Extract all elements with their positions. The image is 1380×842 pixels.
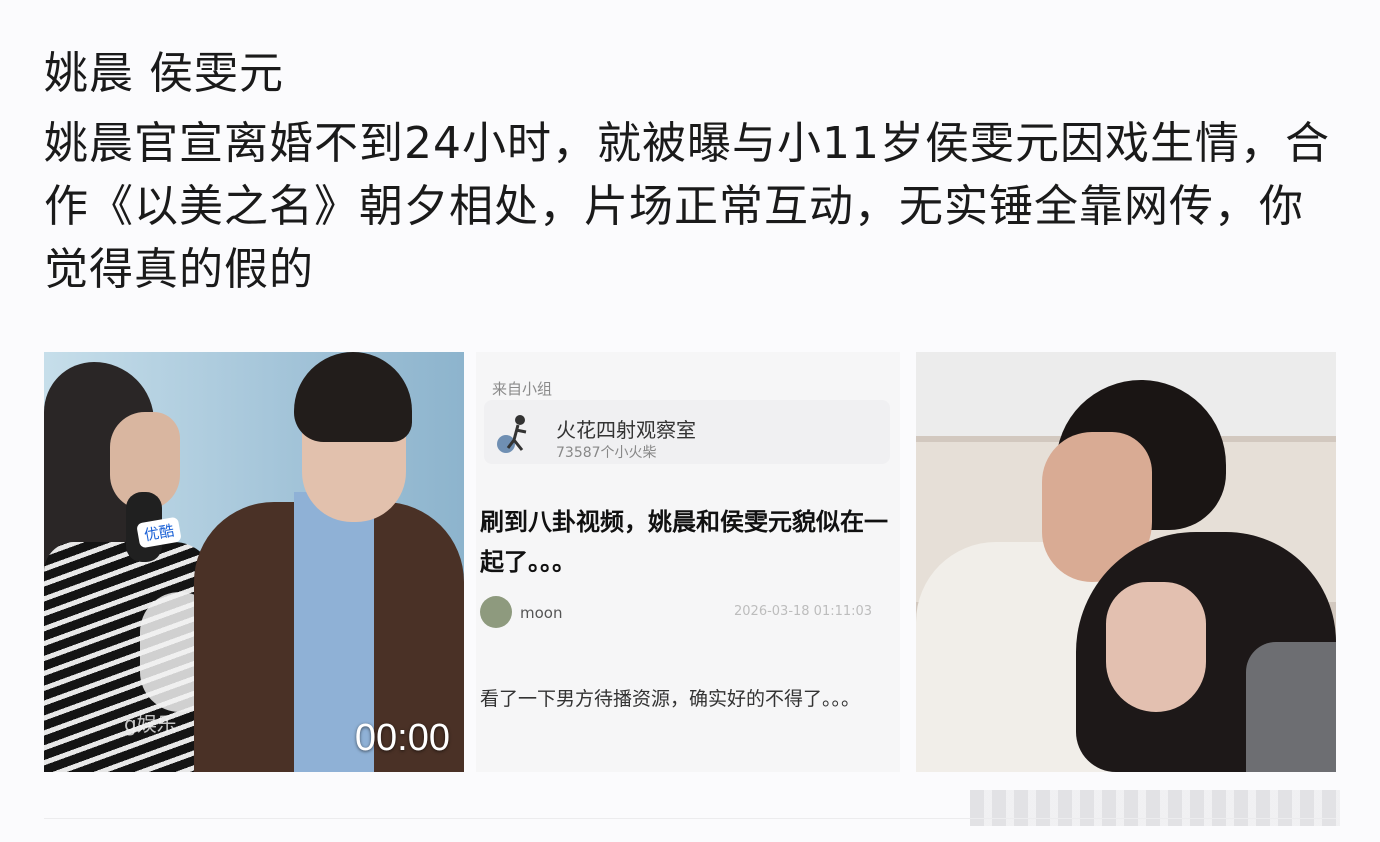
woman-top bbox=[1246, 642, 1336, 772]
drama-still-image[interactable] bbox=[916, 352, 1336, 772]
forum-headline: 刷到八卦视频，姚晨和侯雯元貌似在一起了。。。 bbox=[480, 508, 888, 576]
group-avatar-icon bbox=[497, 415, 527, 453]
post-card: 姚晨 侯雯元 姚晨官宣离婚不到24小时，就被曝与小11岁侯雯元因戏生情，合作《以… bbox=[0, 0, 1380, 842]
username: moon bbox=[520, 604, 563, 622]
post-tags[interactable]: 姚晨 侯雯元 bbox=[44, 44, 284, 104]
group-member-count: 73587个小火柴 bbox=[556, 445, 657, 461]
woman-face bbox=[1106, 582, 1206, 712]
video-watermark: g娱乐 bbox=[124, 712, 177, 736]
post-timestamp: 2026-03-18 01:11:03 bbox=[734, 604, 873, 619]
from-label: 来自小组 bbox=[492, 380, 553, 398]
blurred-watermark bbox=[970, 790, 1340, 826]
avatar bbox=[480, 596, 512, 628]
post-body: 姚晨官宣离婚不到24小时，就被曝与小11岁侯雯元因戏生情，合作《以美之名》朝夕相… bbox=[44, 118, 1330, 295]
group-name: 火花四射观察室 bbox=[556, 418, 696, 442]
screenshot-image[interactable]: 来自小组 火花四射观察室 73587个小火柴 刷到八卦视频，姚晨和侯雯元貌似在一… bbox=[476, 352, 900, 772]
reply-text: 看了一下男方待播资源，确实好的不得了。。。 bbox=[480, 688, 861, 710]
video-duration: 00:00 bbox=[354, 717, 450, 759]
divider bbox=[44, 818, 1336, 819]
video-thumbnail[interactable]: 优酷 g娱乐 00:00 bbox=[44, 352, 464, 772]
